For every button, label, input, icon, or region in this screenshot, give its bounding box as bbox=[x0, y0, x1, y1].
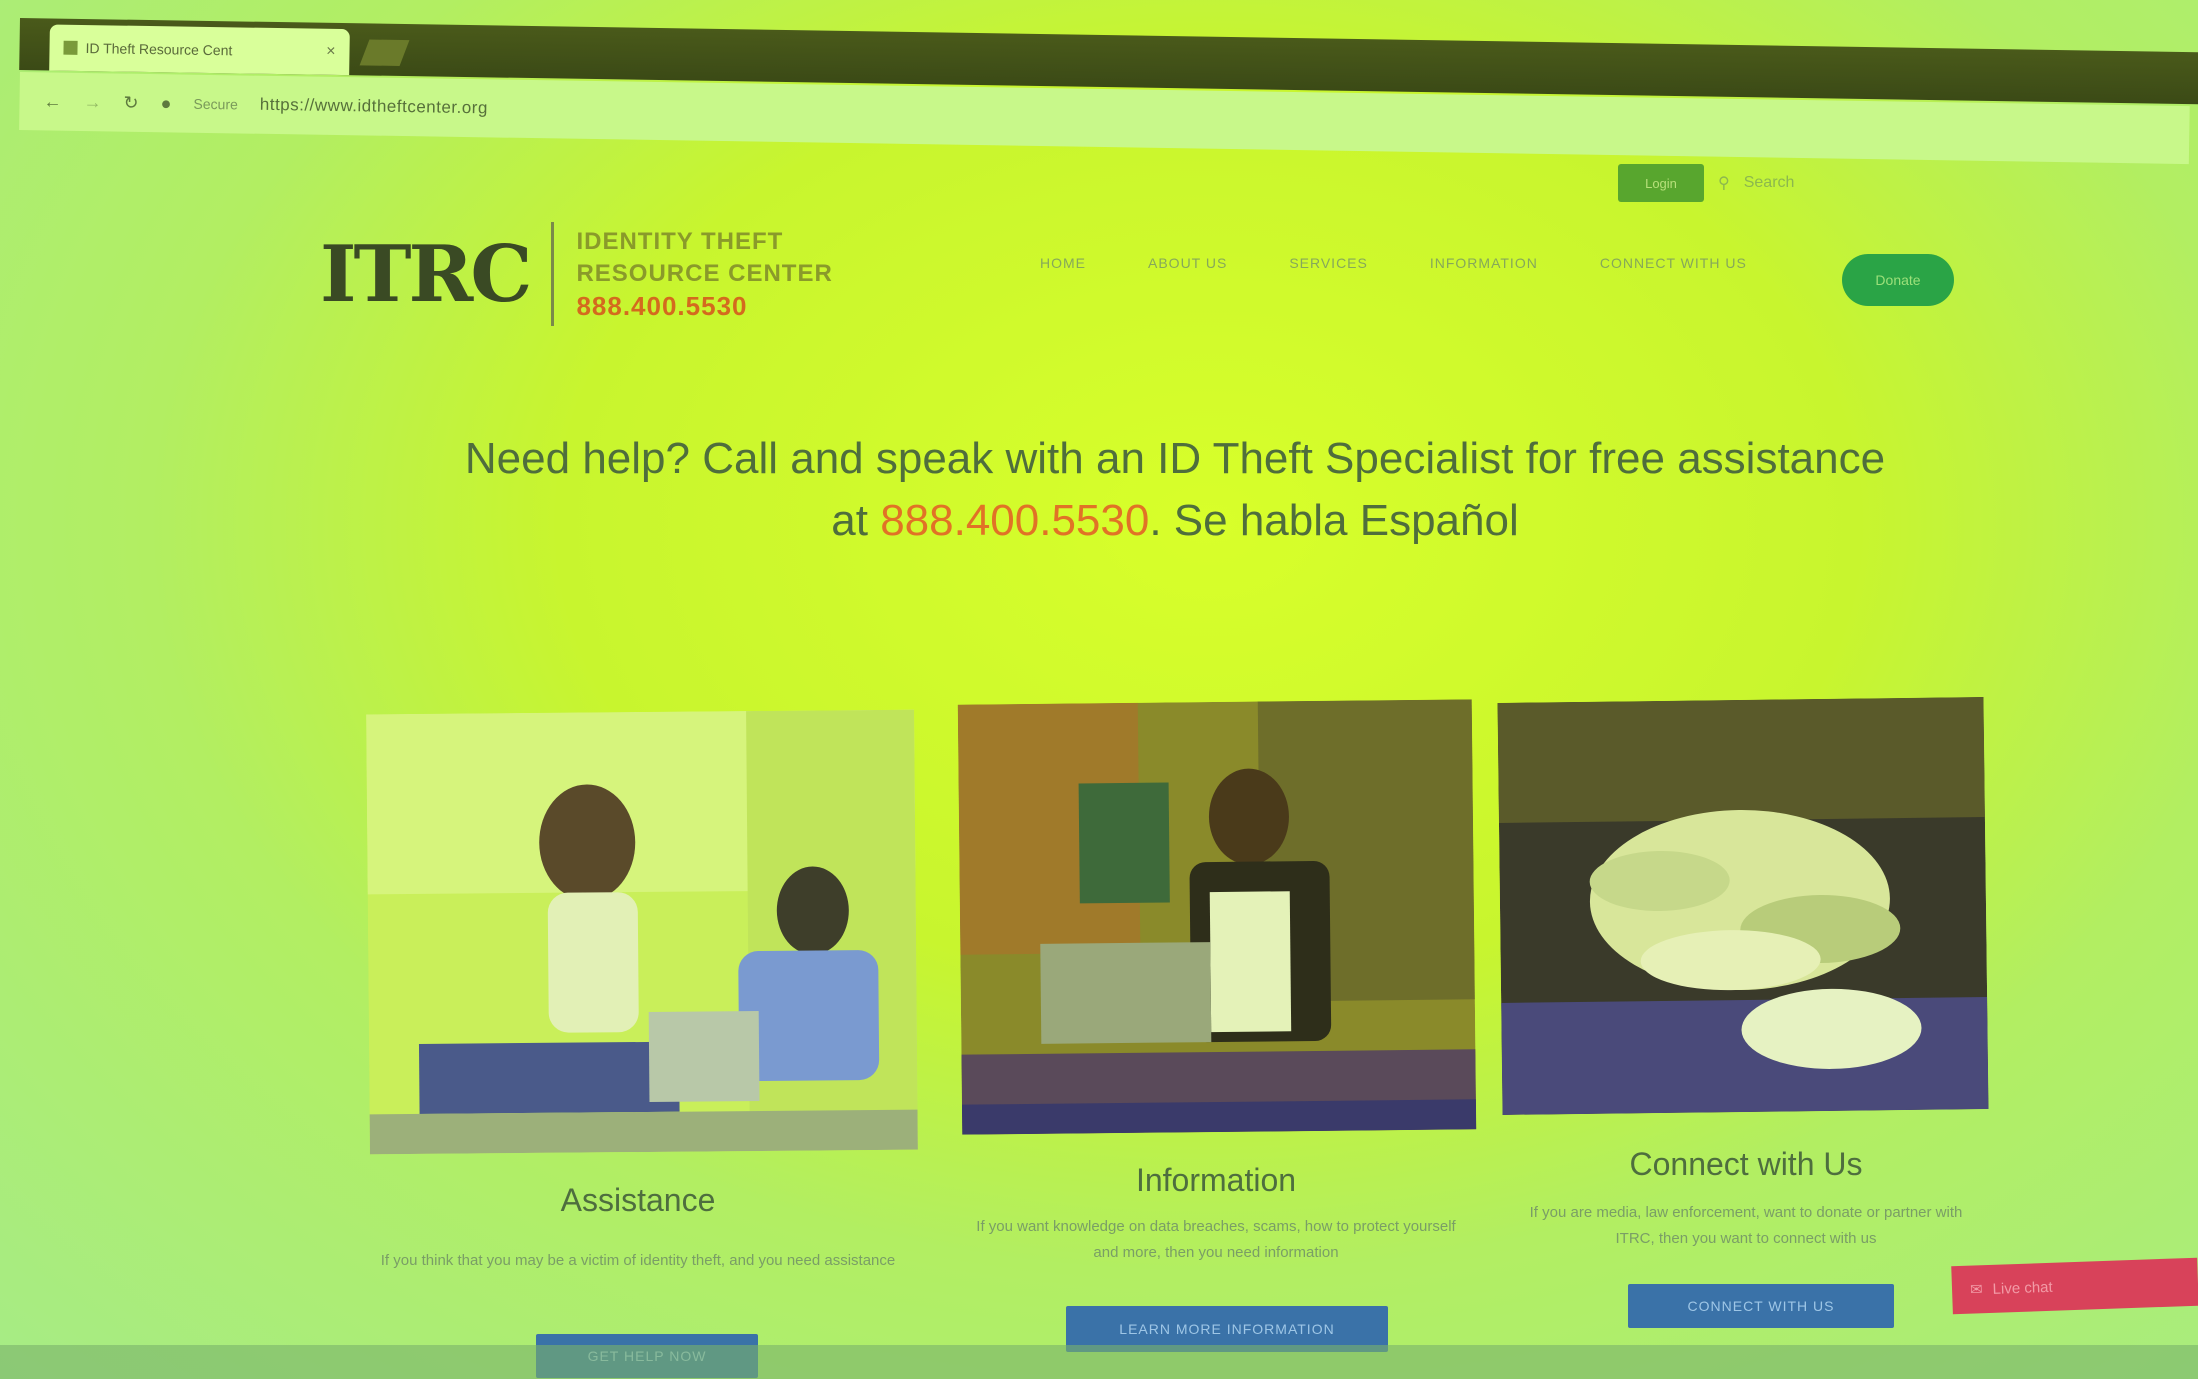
hero-message: Need help? Call and speak with an ID The… bbox=[450, 428, 1900, 552]
logo-phone: 888.400.5530 bbox=[576, 291, 748, 321]
logo-divider bbox=[551, 222, 555, 326]
card-description: If you think that you may be a victim of… bbox=[380, 1252, 896, 1269]
new-tab-button[interactable] bbox=[359, 39, 410, 66]
card-heading: Assistance bbox=[560, 1182, 716, 1218]
utility-bar: Login ⚲ Search bbox=[1618, 164, 1794, 202]
logo-line-2: RESOURCE CENTER bbox=[576, 260, 833, 287]
card-connect: Connect with Us If you are media, law en… bbox=[1496, 697, 1996, 1340]
favicon-icon bbox=[63, 40, 78, 55]
connect-with-us-button[interactable]: CONNECT WITH US bbox=[1628, 1284, 1894, 1328]
card-assistance: Assistance If you think that you may be … bbox=[360, 709, 918, 1379]
search-icon[interactable]: ⚲ bbox=[1718, 173, 1730, 193]
card-heading: Connect with Us bbox=[1629, 1146, 1863, 1182]
screen-bottom-edge bbox=[0, 1345, 2198, 1379]
url-text[interactable]: https://www.idtheftcenter.org bbox=[260, 95, 488, 119]
nav-item-home[interactable]: HOME bbox=[1040, 255, 1086, 271]
card-description: If you are media, law enforcement, want … bbox=[1529, 1204, 1963, 1247]
forward-icon[interactable]: → bbox=[83, 92, 101, 113]
connect-photo bbox=[1497, 697, 1989, 1115]
information-photo bbox=[957, 699, 1477, 1135]
donate-button[interactable]: Donate bbox=[1842, 254, 1954, 306]
live-chat-button[interactable]: ✉ Live chat bbox=[1951, 1257, 2198, 1315]
nav-item-connect[interactable]: CONNECT WITH US bbox=[1600, 255, 1747, 271]
nav-item-information[interactable]: INFORMATION bbox=[1430, 255, 1538, 271]
logo-text: IDENTITY THEFT RESOURCE CENTER 888.400.5… bbox=[576, 226, 832, 322]
hero-phone-link[interactable]: 888.400.5530 bbox=[880, 496, 1149, 545]
chat-icon: ✉ bbox=[1969, 1281, 1983, 1299]
card-information: Information If you want knowledge on dat… bbox=[956, 699, 1477, 1362]
hero-text-suffix: . Se habla Español bbox=[1149, 496, 1519, 545]
search-input[interactable]: Search bbox=[1744, 174, 1795, 192]
logo-mark: ITRC bbox=[320, 228, 532, 320]
main-nav: HOME ABOUT US SERVICES INFORMATION CONNE… bbox=[1040, 255, 1747, 271]
back-icon[interactable]: ← bbox=[43, 91, 61, 112]
nav-item-services[interactable]: SERVICES bbox=[1289, 255, 1368, 271]
nav-item-about[interactable]: ABOUT US bbox=[1148, 255, 1227, 271]
projected-screen: ID Theft Resource Cent × ← → ↻ ● Secure … bbox=[0, 0, 2198, 1379]
login-button[interactable]: Login bbox=[1618, 164, 1704, 202]
secure-label: Secure bbox=[193, 95, 238, 113]
lock-icon: ● bbox=[160, 92, 172, 113]
card-heading: Information bbox=[1135, 1162, 1297, 1198]
site-logo[interactable]: ITRC IDENTITY THEFT RESOURCE CENTER 888.… bbox=[320, 222, 833, 326]
assistance-photo bbox=[366, 709, 918, 1155]
card-description: If you want knowledge on data breaches, … bbox=[976, 1218, 1456, 1261]
tab-title: ID Theft Resource Cent bbox=[85, 40, 233, 59]
logo-line-1: IDENTITY THEFT bbox=[576, 228, 784, 255]
chat-label: Live chat bbox=[1992, 1278, 2053, 1298]
reload-icon[interactable]: ↻ bbox=[123, 92, 138, 113]
tab-close-icon[interactable]: × bbox=[326, 43, 336, 61]
browser-tab[interactable]: ID Theft Resource Cent × bbox=[49, 24, 350, 76]
